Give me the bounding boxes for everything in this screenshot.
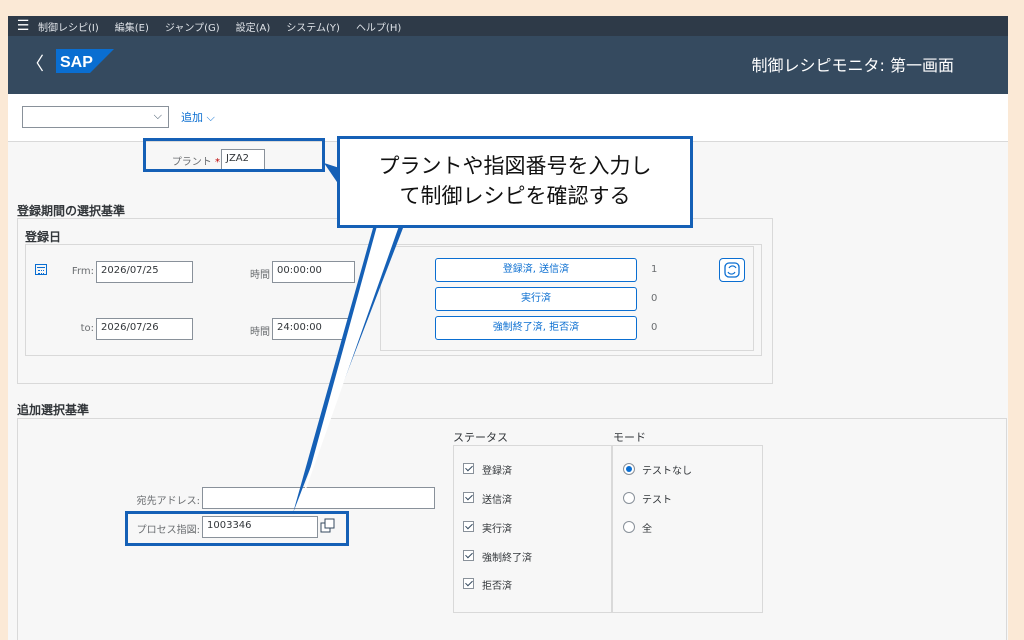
annotation-callout: プラントや指図番号を入力し て制御レシピを確認する (337, 136, 693, 228)
callout-line-2: て制御レシピを確認する (399, 184, 631, 208)
callout-line-1: プラントや指図番号を入力し (378, 154, 652, 178)
callout-pointer (293, 163, 403, 513)
